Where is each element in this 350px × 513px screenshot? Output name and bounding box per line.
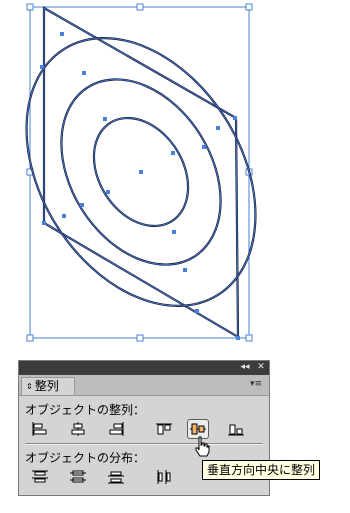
vertical-distribute-bottom-button[interactable] [105,467,127,487]
vertical-align-bottom-button[interactable] [225,419,247,439]
handle-bottom-left[interactable] [26,334,34,342]
horizontal-align-right-icon [109,422,124,436]
handle-top-center[interactable] [136,3,144,11]
tooltip: 垂直方向中央に整列 [202,460,321,480]
handle-bottom-center[interactable] [136,334,144,342]
horizontal-align-left-icon [32,422,47,436]
tab-expand-arrows-icon[interactable]: ⇕ [26,382,33,391]
hand-cursor-icon [195,436,210,457]
horizontal-align-left-button[interactable] [29,419,51,439]
vertical-distribute-center-icon [70,470,86,483]
outer-ellipse[interactable] [0,0,303,348]
horizontal-align-center-icon [71,422,85,436]
horizontal-align-right-button[interactable] [105,419,127,439]
align-objects-label: オブジェクトの整列： [25,403,146,417]
horizontal-distribute-left-icon [157,470,171,484]
close-panel-button[interactable]: ✕ [255,362,267,373]
horizontal-distribute-left-button[interactable] [153,467,175,487]
artboard-selection[interactable] [0,0,350,355]
vertical-align-top-button[interactable] [153,419,175,439]
collapse-panel-button[interactable]: ◂◂ [239,362,251,373]
vertical-align-bottom-icon [228,424,244,436]
vertical-distribute-center-button[interactable] [67,467,89,487]
tab-align-label: 整列 [34,379,59,393]
align-buttons-row [29,419,259,439]
panel-tab-row: ⇕ 整列 ▾≡ [19,375,269,396]
handle-top-right[interactable] [245,3,253,11]
vertical-align-top-icon [156,423,172,435]
section-divider [25,443,263,445]
vertical-distribute-top-button[interactable] [29,467,51,487]
center-point [139,170,143,174]
panel-titlebar[interactable]: ◂◂ ✕ [19,361,269,375]
tab-align[interactable]: ⇕ 整列 [21,377,75,395]
handle-bottom-right[interactable] [245,334,253,342]
handle-top-left[interactable] [26,3,34,11]
distribute-objects-label: オブジェクトの分布： [25,451,146,465]
horizontal-align-center-button[interactable] [67,419,89,439]
vertical-distribute-bottom-icon [108,471,124,484]
vertical-distribute-top-icon [32,470,48,483]
panel-menu-icon[interactable]: ▾≡ [249,379,263,390]
